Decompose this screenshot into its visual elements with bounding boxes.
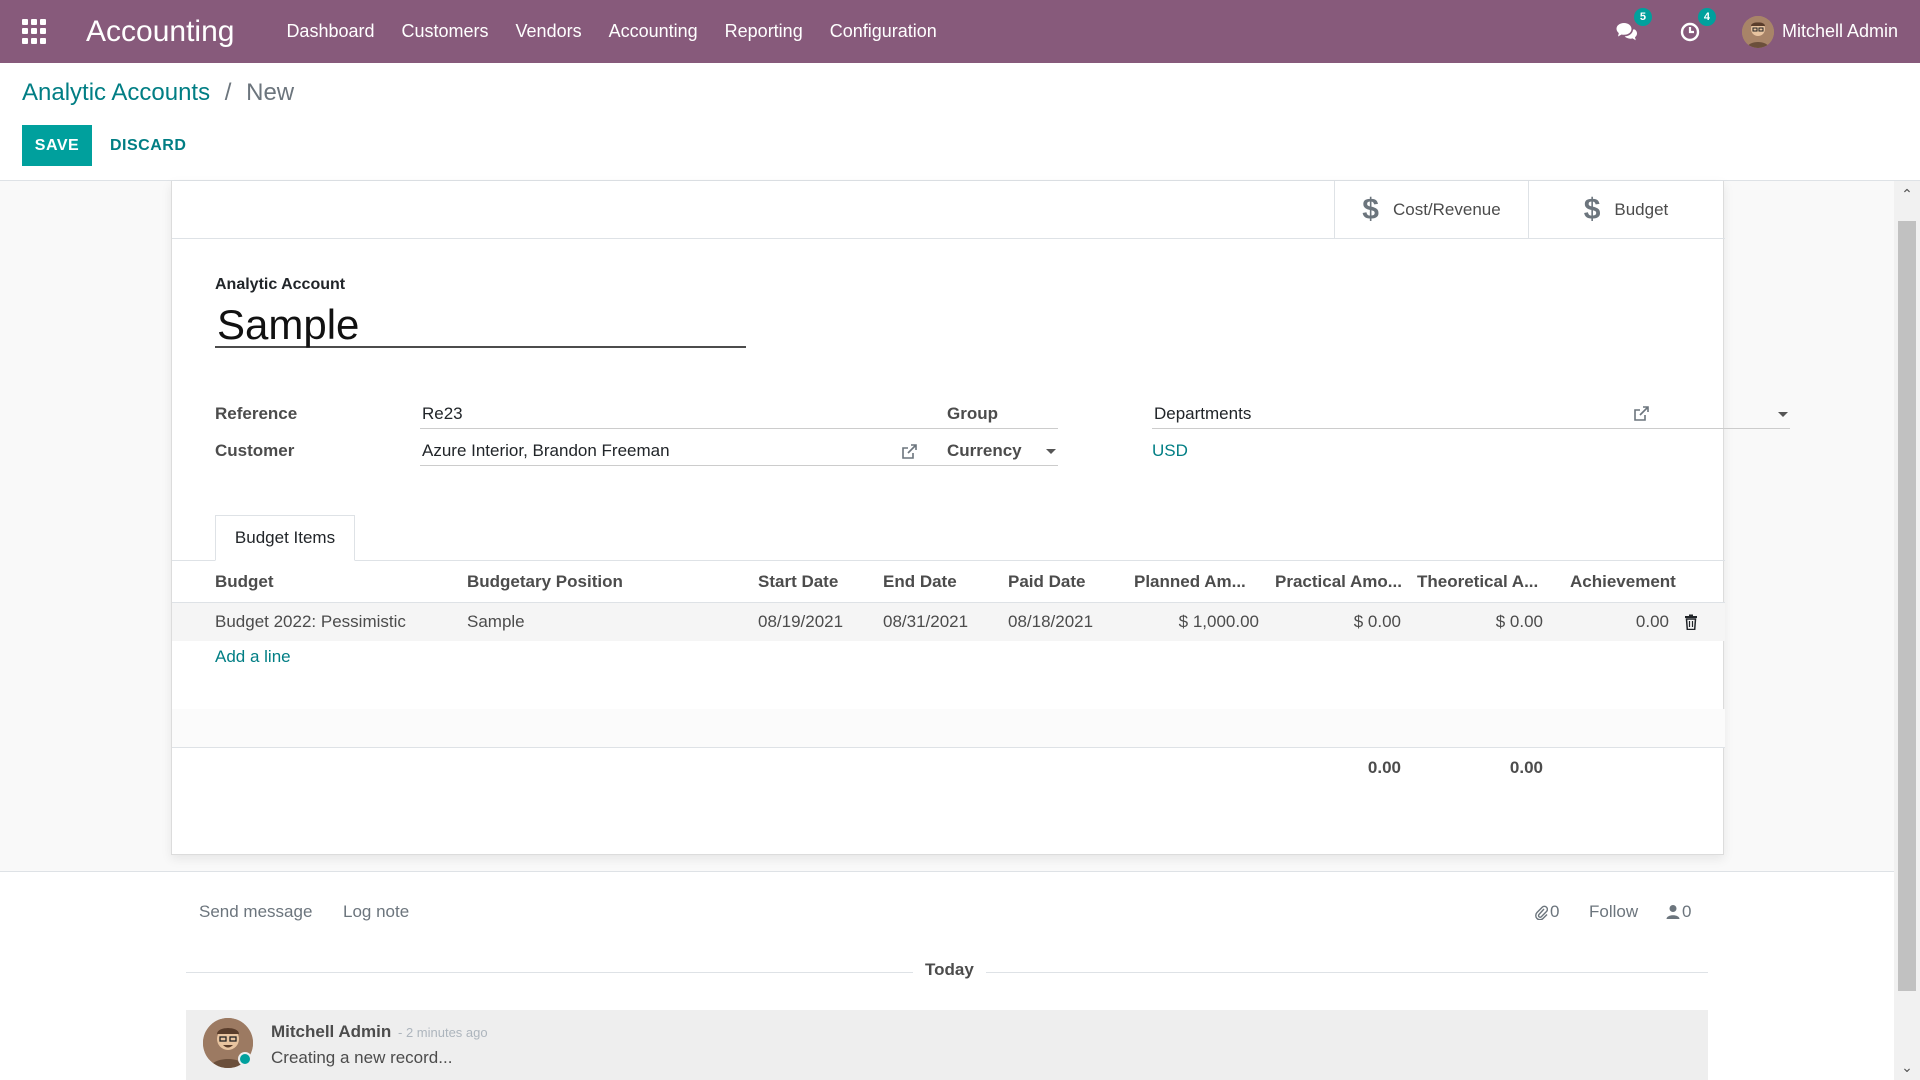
- chevron-up-icon[interactable]: ⌃: [1900, 187, 1914, 201]
- message-author[interactable]: Mitchell Admin: [271, 1022, 391, 1042]
- top-navbar: Accounting Dashboard Customers Vendors A…: [0, 0, 1920, 63]
- column-header[interactable]: Theoretical A...: [1417, 561, 1538, 603]
- message-body: Creating a new record...: [271, 1048, 453, 1067]
- column-header[interactable]: Planned Am...: [1134, 561, 1246, 603]
- table-footer: 0.00 0.00: [172, 747, 1725, 787]
- column-header[interactable]: Achievement: [1570, 561, 1676, 603]
- message-time: - 2 minutes ago: [398, 1025, 488, 1040]
- attachments-button[interactable]: 0: [1534, 902, 1559, 922]
- chevron-down-icon: [1778, 412, 1788, 417]
- chat-bubbles-icon: [1616, 22, 1637, 40]
- external-link-icon[interactable]: [900, 443, 918, 461]
- breadcrumb: Analytic Accounts / New: [22, 79, 294, 107]
- analytic-account-label: Analytic Account: [215, 276, 346, 293]
- send-message-button[interactable]: Send message: [199, 902, 312, 922]
- followers-count: 0: [1682, 902, 1692, 921]
- menu-vendors[interactable]: Vendors: [516, 21, 582, 42]
- column-header[interactable]: Budget: [215, 561, 274, 603]
- tab-budget-items[interactable]: Budget Items: [215, 515, 355, 561]
- menu-accounting[interactable]: Accounting: [609, 21, 698, 42]
- currency-link[interactable]: USD: [1152, 441, 1188, 461]
- external-link-icon[interactable]: [1632, 405, 1650, 423]
- chatter: Send message Log note 0 Follow 0 Today M…: [0, 871, 1894, 1080]
- total-practical: 0.00: [1367, 758, 1401, 777]
- customer-label: Customer: [215, 441, 295, 460]
- breadcrumb-analytic-accounts[interactable]: Analytic Accounts: [22, 79, 210, 106]
- trash-icon[interactable]: [1684, 614, 1698, 630]
- column-header[interactable]: Paid Date: [1008, 561, 1085, 603]
- cell-budget: Budget 2022: Pessimistic: [215, 612, 406, 631]
- main-menu: Dashboard Customers Vendors Accounting R…: [286, 21, 963, 42]
- add-line-link[interactable]: Add a line: [215, 647, 291, 667]
- currency-label: Currency: [947, 441, 1022, 460]
- empty-row: [172, 709, 1725, 747]
- online-status-icon: [238, 1052, 252, 1066]
- table-header: Budget Budgetary Position Start Date End…: [172, 561, 1725, 603]
- form-sheet: $ Cost/Revenue $ Budget Analytic Account…: [171, 181, 1790, 855]
- messaging-menu[interactable]: 5: [1616, 7, 1652, 42]
- menu-reporting[interactable]: Reporting: [725, 21, 803, 42]
- activity-menu[interactable]: 4: [1680, 7, 1716, 42]
- user-name[interactable]: Mitchell Admin: [1782, 21, 1898, 42]
- attachments-count: 0: [1550, 902, 1560, 921]
- table-row[interactable]: Budget 2022: Pessimistic Sample 08/19/20…: [172, 603, 1725, 641]
- menu-dashboard[interactable]: Dashboard: [286, 21, 374, 42]
- group-label: Group: [947, 404, 998, 423]
- systray: 5 4 Mitchell Admin: [1616, 0, 1898, 63]
- column-header[interactable]: End Date: [883, 561, 957, 603]
- save-button[interactable]: SAVE: [22, 125, 92, 166]
- cell-planned-amount: $ 1,000.00: [1178, 612, 1259, 631]
- smart-button-box: $ Cost/Revenue $ Budget: [1334, 181, 1723, 239]
- reference-label: Reference: [215, 404, 298, 423]
- dollar-icon: $: [1583, 193, 1601, 226]
- scrollbar-thumb[interactable]: [1898, 221, 1916, 991]
- group-value: Departments: [1154, 404, 1252, 423]
- followers-button[interactable]: 0: [1666, 902, 1691, 922]
- user-icon: [1666, 905, 1680, 919]
- app-brand[interactable]: Accounting: [86, 15, 234, 49]
- chevron-down-icon: [1046, 449, 1056, 454]
- paperclip-icon: [1535, 905, 1548, 920]
- cost-revenue-button[interactable]: $ Cost/Revenue: [1335, 181, 1529, 239]
- budget-smart-label: Budget: [1614, 200, 1669, 219]
- log-note-button[interactable]: Log note: [343, 902, 409, 922]
- cell-paid-date: 08/18/2021: [1008, 612, 1094, 631]
- cell-theoretical-amount: $ 0.00: [1495, 612, 1543, 631]
- chevron-down-icon[interactable]: ⌄: [1900, 1060, 1914, 1074]
- dollar-icon: $: [1362, 193, 1379, 226]
- cell-achievement: 0.00: [1635, 612, 1669, 631]
- column-header[interactable]: Practical Amo...: [1275, 561, 1402, 603]
- column-header[interactable]: Budgetary Position: [467, 561, 623, 603]
- total-theoretical: 0.00: [1509, 758, 1543, 777]
- breadcrumb-current: New: [246, 79, 295, 106]
- user-avatar[interactable]: [1741, 15, 1774, 48]
- customer-value: Azure Interior, Brandon Freeman: [422, 441, 670, 460]
- discard-button[interactable]: DISCARD: [110, 125, 186, 166]
- clock-icon: [1680, 22, 1700, 41]
- menu-customers[interactable]: Customers: [402, 21, 489, 42]
- scrollbar[interactable]: ⌃ ⌄: [1894, 181, 1920, 1080]
- control-panel: Analytic Accounts / New SAVE DISCARD: [0, 63, 1920, 181]
- follow-button[interactable]: Follow: [1589, 902, 1638, 922]
- today-label: Today: [913, 960, 986, 980]
- account-name-input[interactable]: Sample: [215, 302, 746, 348]
- cell-start-date: 08/19/2021: [758, 612, 844, 631]
- messages-count-badge: 5: [1633, 7, 1652, 26]
- group-select[interactable]: Departments: [1152, 399, 1790, 429]
- cell-practical-amount: $ 0.00: [1353, 612, 1401, 631]
- chatter-message: Mitchell Admin - 2 minutes ago Creating …: [186, 1010, 1708, 1080]
- cell-end-date: 08/31/2021: [883, 612, 969, 631]
- column-header[interactable]: Start Date: [758, 561, 838, 603]
- activities-count-badge: 4: [1697, 7, 1716, 26]
- budget-smart-button[interactable]: $ Budget: [1529, 181, 1723, 239]
- avatar-image: [1741, 15, 1774, 48]
- cell-budgetary-position: Sample: [467, 612, 525, 631]
- menu-configuration[interactable]: Configuration: [830, 21, 937, 42]
- apps-menu-icon[interactable]: [22, 18, 48, 45]
- breadcrumb-separator: /: [224, 79, 232, 106]
- cost-revenue-label: Cost/Revenue: [1392, 200, 1501, 219]
